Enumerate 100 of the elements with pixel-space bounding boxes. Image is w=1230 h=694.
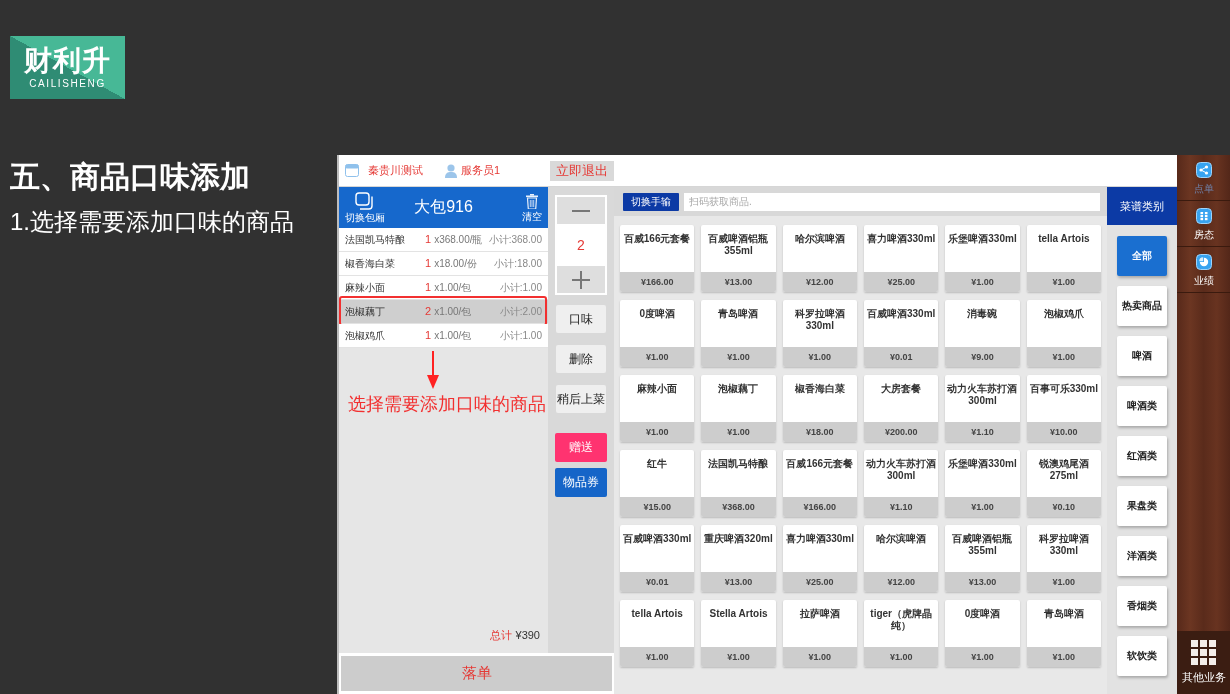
product-price: ¥1.10 [864, 497, 939, 517]
product-name: 乐堡啤酒330ml [947, 457, 1018, 471]
switch-room-button[interactable]: 切换包厢 [345, 192, 385, 223]
product-card[interactable]: 百威166元套餐 ¥166.00 [782, 450, 857, 517]
product-card[interactable]: tella Artois ¥1.00 [1026, 225, 1101, 292]
product-price: ¥1.00 [782, 647, 857, 667]
product-card[interactable]: tella Artois ¥1.00 [620, 600, 695, 667]
item-quantity: 1 [425, 232, 432, 245]
category-button[interactable]: 果盘类 [1117, 486, 1167, 526]
more-services-button[interactable]: 其他业务 [1177, 631, 1230, 694]
increase-button[interactable] [557, 266, 605, 293]
product-name: tella Artois [1037, 232, 1091, 246]
product-card[interactable]: tiger（虎牌晶纯） ¥1.00 [864, 600, 939, 667]
nav-item[interactable]: 房态 [1177, 201, 1230, 247]
product-price: ¥18.00 [782, 422, 857, 442]
product-name: tiger（虎牌晶纯） [869, 607, 933, 633]
product-card[interactable]: 0度啤酒 ¥1.00 [620, 300, 695, 367]
product-price: ¥10.00 [1026, 422, 1101, 442]
item-unit-price: x368.00/瓶 [434, 232, 483, 247]
product-name: 红牛 [646, 457, 669, 471]
order-item-row[interactable]: 麻辣小面 1 x1.00/包 小计:1.00 [339, 276, 548, 300]
product-card[interactable]: 哈尔滨啤酒 ¥12.00 [864, 525, 939, 592]
order-item-row[interactable]: 椒香海白菜 1 x18.00/份 小计:18.00 [339, 252, 548, 276]
product-price: ¥13.00 [945, 572, 1020, 592]
action-button[interactable]: 物品券 [555, 468, 607, 497]
product-price: ¥25.00 [864, 272, 939, 292]
product-card[interactable]: 百威啤酒330ml ¥0.01 [620, 525, 695, 592]
product-name: 消毒碗 [966, 307, 999, 321]
product-price: ¥1.00 [782, 347, 857, 367]
category-button[interactable]: 啤酒类 [1117, 386, 1167, 426]
product-card[interactable]: Stella Artois ¥1.00 [701, 600, 776, 667]
slide-title: 五、商品口味添加 [10, 159, 250, 195]
product-price: ¥1.00 [945, 647, 1020, 667]
product-card[interactable]: 百威166元套餐 ¥166.00 [620, 225, 695, 292]
product-card[interactable]: 消毒碗 ¥9.00 [945, 300, 1020, 367]
trash-icon [526, 193, 538, 209]
product-card[interactable]: 大房套餐 ¥200.00 [864, 375, 939, 442]
category-button[interactable]: 啤酒 [1117, 336, 1167, 376]
product-card[interactable]: 百威啤酒铝瓶355ml ¥13.00 [701, 225, 776, 292]
item-subtotal: 小计:1.00 [499, 280, 542, 295]
order-item-row[interactable]: 法国凯马特酿 1 x368.00/瓶 小计:368.00 [339, 228, 548, 252]
decrease-button[interactable] [557, 197, 605, 224]
product-card[interactable]: 百事可乐330ml ¥10.00 [1026, 375, 1101, 442]
product-card[interactable]: 麻辣小面 ¥1.00 [620, 375, 695, 442]
product-card[interactable]: 百威啤酒铝瓶355ml ¥13.00 [945, 525, 1020, 592]
category-button[interactable]: 全部 [1117, 236, 1167, 276]
product-card[interactable]: 乐堡啤酒330ml ¥1.00 [945, 225, 1020, 292]
action-button[interactable]: 口味 [556, 305, 606, 333]
product-card[interactable]: 椒香海白菜 ¥18.00 [782, 375, 857, 442]
product-name: 青岛啤酒 [717, 307, 760, 321]
waiter-name: 服务员1 [461, 163, 501, 178]
stacked-squares-icon [355, 192, 375, 210]
clear-button[interactable]: 清空 [522, 193, 542, 222]
scan-input-field[interactable]: 扫码获取商品. [684, 192, 1100, 211]
product-name: 拉萨啤酒 [798, 607, 841, 621]
action-button[interactable]: 稍后上菜 [556, 385, 606, 413]
product-name: 科罗拉啤酒330ml [1037, 532, 1090, 558]
product-card[interactable]: 泡椒藕丁 ¥1.00 [701, 375, 776, 442]
product-card[interactable]: 喜力啤酒330ml ¥25.00 [782, 525, 857, 592]
category-button[interactable]: 洋酒类 [1117, 536, 1167, 576]
category-button[interactable]: 红酒类 [1117, 436, 1167, 476]
nav-item[interactable]: 业绩 [1177, 247, 1230, 293]
order-item-row[interactable]: 泡椒鸡爪 1 x1.00/包 小计:1.00 [339, 324, 548, 348]
category-button[interactable]: 香烟类 [1117, 586, 1167, 626]
category-button[interactable]: 热卖商品 [1117, 286, 1167, 326]
input-mode-button[interactable]: 切换手输 [623, 192, 679, 211]
product-card[interactable]: 重庆啤酒320ml ¥13.00 [701, 525, 776, 592]
product-card[interactable]: 红牛 ¥15.00 [620, 450, 695, 517]
product-card[interactable]: 青岛啤酒 ¥1.00 [1026, 600, 1101, 667]
product-card[interactable]: 哈尔滨啤酒 ¥12.00 [782, 225, 857, 292]
product-name: 动力火车苏打酒300ml [865, 457, 938, 483]
quantity-value: 2 [577, 236, 585, 255]
product-price: ¥15.00 [620, 497, 695, 517]
action-button[interactable]: 删除 [556, 345, 606, 373]
product-card[interactable]: 锐澳鸡尾酒275ml ¥0.10 [1026, 450, 1101, 517]
product-card[interactable]: 喜力啤酒330ml ¥25.00 [864, 225, 939, 292]
slide-subtitle: 1.选择需要添加口味的商品 [10, 207, 294, 237]
product-card[interactable]: 动力火车苏打酒300ml ¥1.10 [945, 375, 1020, 442]
user-icon [445, 163, 457, 178]
product-card[interactable]: 泡椒鸡爪 ¥1.00 [1026, 300, 1101, 367]
product-price: ¥0.01 [620, 572, 695, 592]
product-price: ¥1.00 [701, 422, 776, 442]
product-price: ¥13.00 [701, 272, 776, 292]
product-card[interactable]: 法国凯马特酿 ¥368.00 [701, 450, 776, 517]
product-card[interactable]: 百威啤酒330ml ¥0.01 [864, 300, 939, 367]
product-card[interactable]: 拉萨啤酒 ¥1.00 [782, 600, 857, 667]
product-card[interactable]: 科罗拉啤酒330ml ¥1.00 [1026, 525, 1101, 592]
product-card[interactable]: 青岛啤酒 ¥1.00 [701, 300, 776, 367]
total-amount: ¥390 [515, 629, 540, 641]
action-button[interactable]: 赠送 [555, 433, 607, 462]
product-name: 麻辣小面 [636, 382, 679, 396]
category-button[interactable]: 软饮类 [1117, 636, 1167, 676]
product-card[interactable]: 乐堡啤酒330ml ¥1.00 [945, 450, 1020, 517]
product-price: ¥1.00 [1026, 647, 1101, 667]
product-card[interactable]: 科罗拉啤酒330ml ¥1.00 [782, 300, 857, 367]
product-card[interactable]: 0度啤酒 ¥1.00 [945, 600, 1020, 667]
item-name: 泡椒藕丁 [345, 304, 386, 319]
product-name: 科罗拉啤酒330ml [793, 307, 846, 333]
product-card[interactable]: 动力火车苏打酒300ml ¥1.10 [864, 450, 939, 517]
product-price: ¥0.10 [1026, 497, 1101, 517]
